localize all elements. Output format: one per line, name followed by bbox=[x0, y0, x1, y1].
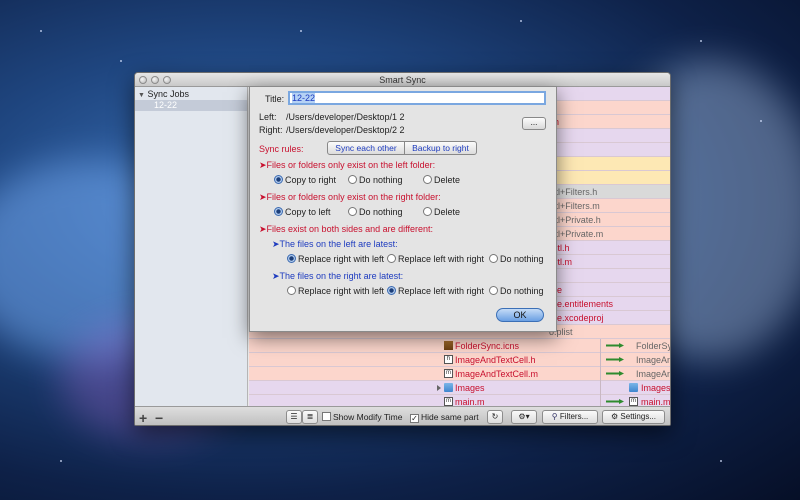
source-file-icon: m bbox=[444, 397, 453, 406]
radio-icon bbox=[423, 207, 432, 216]
filter-icon: ⚲ bbox=[551, 412, 558, 421]
table-row[interactable]: Images Images bbox=[249, 381, 671, 395]
table-row[interactable]: h ImageAndTextCell.h ImageAndTextCell.h bbox=[249, 353, 670, 367]
sync-each-other-button[interactable]: Sync each other bbox=[327, 141, 405, 155]
right-latest-nothing-radio[interactable]: Do nothing bbox=[489, 286, 544, 296]
left-latest-replace-right-radio[interactable]: Replace right with left bbox=[287, 254, 384, 264]
radio-icon bbox=[348, 207, 357, 216]
sidebar-group-sync-jobs[interactable]: ▼ Sync Jobs bbox=[138, 89, 189, 99]
folder-icon bbox=[629, 383, 638, 392]
radio-icon bbox=[348, 175, 357, 184]
radio-icon bbox=[489, 286, 498, 295]
sync-rules-label: Sync rules: bbox=[259, 144, 304, 154]
gear-icon: ⚙ bbox=[611, 412, 619, 421]
copy-right-arrow-icon bbox=[606, 399, 624, 404]
minimize-window-button[interactable] bbox=[151, 76, 159, 84]
left-only-copy-radio[interactable]: Copy to right bbox=[274, 175, 336, 185]
radio-selected-icon bbox=[274, 207, 283, 216]
detail-view-button[interactable]: ≣ bbox=[302, 410, 318, 424]
disclosure-triangle-icon[interactable]: ▼ bbox=[138, 92, 145, 99]
right-file-name: Images bbox=[641, 383, 671, 393]
source-file-icon: m bbox=[629, 397, 638, 406]
left-path: /Users/developer/Desktop/1 2 bbox=[286, 112, 405, 122]
left-file-name: main.m bbox=[455, 397, 485, 406]
left-latest-nothing-radio[interactable]: Do nothing bbox=[489, 254, 544, 264]
settings-button[interactable]: ⚙ Settings... bbox=[602, 410, 665, 424]
right-latest-replace-right-radio[interactable]: Replace right with left bbox=[287, 286, 384, 296]
right-file-name: Ctl+Private.m bbox=[549, 229, 604, 239]
list-view-button[interactable]: ☰ bbox=[286, 410, 302, 424]
ok-button[interactable]: OK bbox=[496, 308, 544, 322]
hide-same-part-checkbox[interactable]: ✓ Hide same part bbox=[410, 412, 479, 423]
right-path: /Users/developer/Desktop/2 2 bbox=[286, 125, 405, 135]
filters-button[interactable]: ⚲ Filters... bbox=[542, 410, 598, 424]
right-only-nothing-radio[interactable]: Do nothing bbox=[348, 207, 403, 217]
sync-job-sheet: Title: 12-22 Left: /Users/developer/Desk… bbox=[249, 86, 557, 332]
left-file-name: Images bbox=[455, 383, 485, 393]
source-file-icon: m bbox=[444, 369, 453, 378]
checkmark-icon: ✓ bbox=[410, 414, 419, 423]
radio-icon bbox=[489, 254, 498, 263]
radio-icon bbox=[387, 254, 396, 263]
radio-selected-icon bbox=[387, 286, 396, 295]
sidebar-item-job[interactable]: 12-22 bbox=[135, 100, 247, 111]
remove-job-icon[interactable]: − bbox=[155, 410, 163, 425]
section-both-different: ➤Files exist on both sides and are diffe… bbox=[259, 224, 433, 234]
copy-right-arrow-icon bbox=[606, 371, 624, 376]
section-left-only: ➤Files or folders only exist on the left… bbox=[259, 160, 436, 170]
left-file-name: FolderSync.icns bbox=[455, 341, 520, 351]
sidebar-item-label: 12-22 bbox=[154, 100, 178, 110]
table-row[interactable]: m ImageAndTextCell.m ImageAndTextCell.m bbox=[249, 367, 670, 381]
right-file-name: are.xcodeproj bbox=[549, 313, 604, 323]
window-title: Smart Sync bbox=[379, 75, 426, 85]
left-latest-replace-left-radio[interactable]: Replace left with right bbox=[387, 254, 484, 264]
left-file-name: ImageAndTextCell.m bbox=[455, 369, 539, 379]
right-only-delete-radio[interactable]: Delete bbox=[423, 207, 460, 217]
copy-right-arrow-icon bbox=[606, 357, 624, 362]
backup-to-right-button[interactable]: Backup to right bbox=[404, 141, 477, 155]
radio-selected-icon bbox=[274, 175, 283, 184]
sidebar: ▼ Sync Jobs 12-22 bbox=[135, 87, 248, 406]
window-titlebar: Smart Sync bbox=[135, 73, 670, 87]
radio-icon bbox=[287, 286, 296, 295]
add-job-icon[interactable]: + bbox=[139, 410, 147, 425]
radio-selected-icon bbox=[287, 254, 296, 263]
left-file-name: ImageAndTextCell.h bbox=[455, 355, 536, 365]
refresh-button[interactable]: ↻ bbox=[487, 410, 503, 424]
bottom-toolbar: + − ☰ ≣ Show Modify Time ✓ Hide same part… bbox=[135, 406, 670, 425]
left-only-nothing-radio[interactable]: Do nothing bbox=[348, 175, 403, 185]
zoom-window-button[interactable] bbox=[163, 76, 171, 84]
section-right-only: ➤Files or folders only exist on the righ… bbox=[259, 192, 441, 202]
title-label: Title: bbox=[265, 94, 285, 104]
expand-triangle-icon[interactable] bbox=[437, 385, 441, 391]
header-file-icon: h bbox=[444, 355, 453, 364]
right-only-copy-radio[interactable]: Copy to left bbox=[274, 207, 331, 217]
right-file-name: main.m bbox=[641, 397, 671, 406]
close-window-button[interactable] bbox=[139, 76, 147, 84]
right-latest-replace-left-radio[interactable]: Replace left with right bbox=[387, 286, 484, 296]
checkbox-icon bbox=[322, 412, 331, 421]
table-row[interactable]: m main.m m main.m bbox=[249, 395, 671, 406]
right-file-name: are.entitlements bbox=[549, 299, 614, 309]
sub-left-latest: ➤The files on the left are latest: bbox=[272, 239, 398, 249]
copy-right-arrow-icon bbox=[606, 343, 624, 348]
left-only-delete-radio[interactable]: Delete bbox=[423, 175, 460, 185]
right-label: Right: bbox=[259, 125, 283, 135]
gear-menu-button[interactable]: ⚙▾ bbox=[511, 410, 537, 424]
title-input[interactable]: 12-22 bbox=[288, 91, 546, 105]
show-modify-time-checkbox[interactable]: Show Modify Time bbox=[322, 412, 402, 422]
right-file-name: FolderSync.icns bbox=[636, 341, 670, 351]
right-file-name: ImageAndTextCell.h bbox=[636, 355, 670, 365]
radio-icon bbox=[423, 175, 432, 184]
sub-right-latest: ➤The files on the right are latest: bbox=[272, 271, 404, 281]
sidebar-group-label: Sync Jobs bbox=[147, 89, 189, 99]
right-file-name: ImageAndTextCell.m bbox=[636, 369, 670, 379]
browse-button[interactable]: ... bbox=[522, 117, 546, 130]
left-label: Left: bbox=[259, 112, 277, 122]
icns-file-icon bbox=[444, 341, 453, 350]
table-row[interactable]: FolderSync.icns FolderSync.icns bbox=[249, 339, 670, 353]
folder-icon bbox=[444, 383, 453, 392]
